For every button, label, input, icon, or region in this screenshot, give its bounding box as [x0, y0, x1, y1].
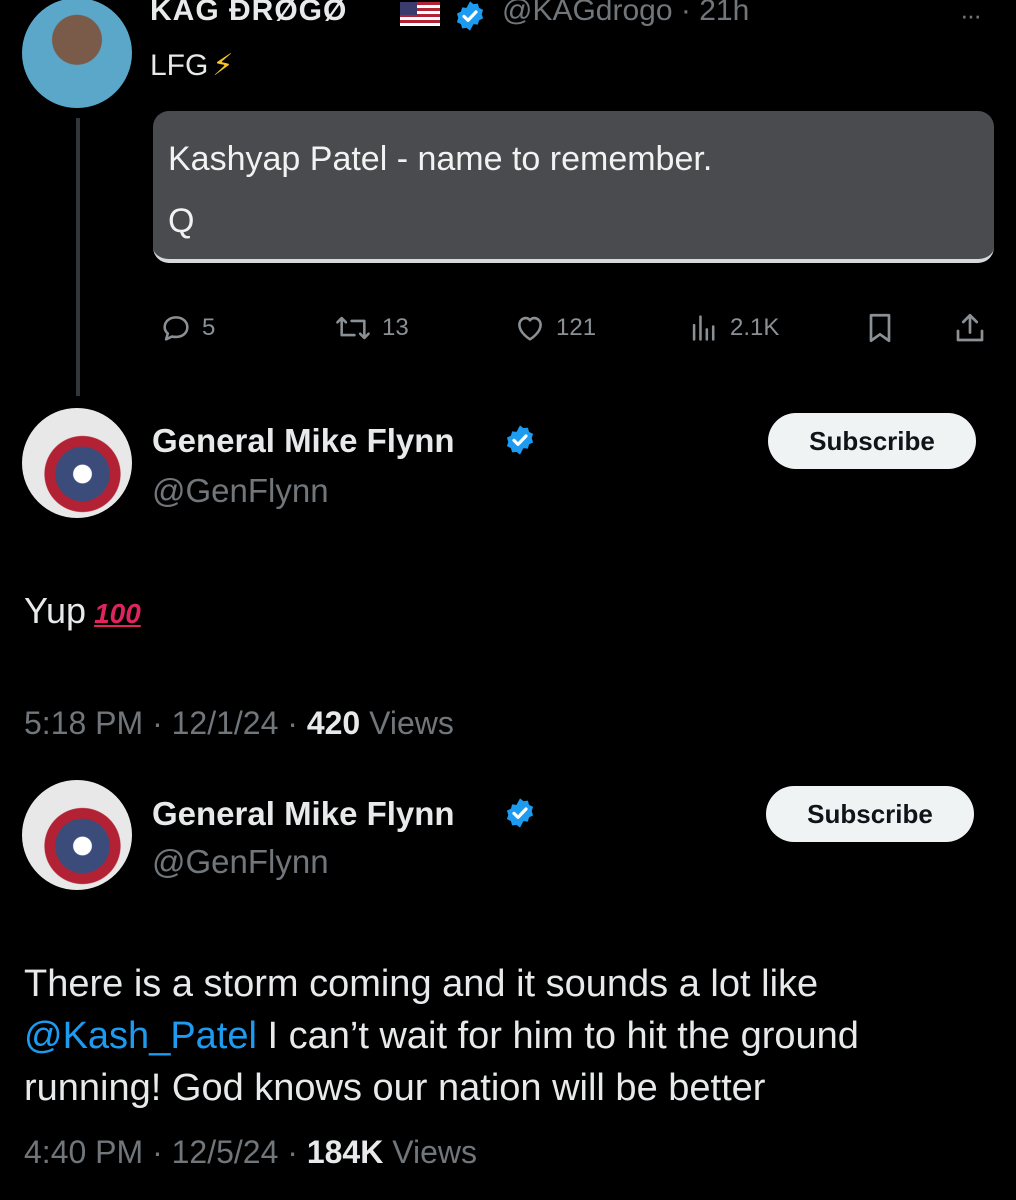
tweet-text-part-1: There is a storm coming and it sounds a … [24, 963, 819, 1005]
views-label: Views [383, 1134, 477, 1170]
avatar[interactable] [22, 408, 132, 518]
mention-link[interactable]: @Kash_Patel [24, 1015, 257, 1057]
lightning-icon: ⚡ [212, 49, 234, 82]
like-count: 121 [556, 314, 597, 341]
hundred-points-icon: 100 [94, 598, 141, 629]
verified-badge-icon [506, 798, 534, 828]
like-button[interactable]: 121 [510, 310, 596, 346]
us-flag-icon [400, 2, 440, 26]
views-count: 184K [306, 1134, 384, 1170]
reply-count: 5 [202, 314, 216, 341]
repost-icon [336, 316, 370, 340]
quoted-text-card[interactable] [153, 111, 994, 263]
tweet-text: There is a storm coming and it sounds a … [24, 958, 984, 1114]
share-icon [956, 313, 984, 342]
author-name[interactable]: General Mike Flynn [152, 422, 455, 460]
thread-connector [76, 118, 80, 396]
analytics-icon [692, 315, 715, 341]
subscribe-button[interactable]: Subscribe [768, 413, 976, 469]
views-label: Views [360, 705, 454, 741]
quote-line-1: Kashyap Patel - name to remember. [168, 140, 713, 178]
share-button[interactable] [952, 310, 994, 346]
avatar[interactable] [22, 0, 132, 108]
author-handle-time: @KAGdrogo · 21h [502, 0, 749, 28]
tweet-text-content: LFG [150, 49, 209, 82]
bookmark-button[interactable] [862, 310, 904, 346]
author-handle[interactable]: @KAGdrogo [502, 0, 673, 27]
author-handle[interactable]: @GenFlynn [152, 843, 329, 881]
reply-button[interactable]: 5 [156, 310, 215, 346]
verified-badge-icon [456, 1, 484, 31]
reply-icon [163, 316, 189, 341]
views-count: 2.1K [730, 314, 780, 341]
tweet-text: Yup 100 [24, 590, 141, 632]
more-options-icon[interactable]: ··· [960, 0, 982, 31]
author-name[interactable]: KAG ĐRØGØ [150, 0, 347, 28]
subscribe-button[interactable]: Subscribe [766, 786, 974, 842]
timestamp[interactable]: 4:40 PM · 12/5/24 · [24, 1134, 307, 1170]
tweet-meta: 5:18 PM · 12/1/24 · 420 Views [24, 705, 454, 742]
tweet-text-content: Yup [24, 590, 87, 631]
verified-badge-icon [506, 425, 534, 455]
bookmark-icon [869, 313, 891, 343]
heart-icon [518, 316, 542, 341]
author-handle[interactable]: @GenFlynn [152, 472, 329, 510]
repost-count: 13 [382, 314, 409, 341]
avatar[interactable] [22, 780, 132, 890]
repost-button[interactable]: 13 [330, 310, 409, 346]
quote-line-2: Q [168, 202, 195, 240]
tweet-text: LFG ⚡ [150, 48, 233, 83]
timestamp[interactable]: 5:18 PM · 12/1/24 · [24, 705, 307, 741]
views-count: 420 [306, 705, 361, 741]
views-button[interactable]: 2.1K [684, 310, 779, 346]
author-name[interactable]: General Mike Flynn [152, 795, 455, 833]
timestamp[interactable]: · 21h [681, 0, 749, 27]
tweet-meta: 4:40 PM · 12/5/24 · 184K Views [24, 1134, 477, 1171]
